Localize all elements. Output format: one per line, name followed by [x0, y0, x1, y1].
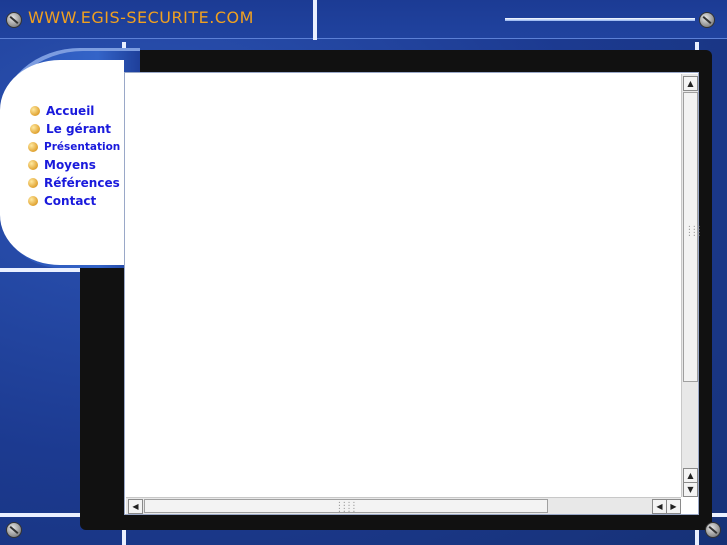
nav-item-moyens[interactable]: Moyens — [28, 156, 120, 174]
horizontal-scrollbar[interactable]: ◀ :::::::: ◀ ▶ — [126, 497, 681, 514]
bullet-icon — [28, 142, 38, 152]
scroll-down-icon[interactable]: ▼ — [683, 482, 698, 497]
bullet-icon — [28, 196, 38, 206]
decorative-line — [505, 18, 695, 21]
scroll-right-icon[interactable]: ▶ — [666, 499, 681, 514]
site-title[interactable]: WWW.EGIS-SECURITE.COM — [28, 8, 254, 27]
bullet-icon — [30, 124, 40, 134]
vertical-scrollbar[interactable]: ▲ :::::: ▲ ▼ — [681, 74, 702, 497]
bullet-icon — [30, 106, 40, 116]
bullet-icon — [28, 178, 38, 188]
nav-item-accueil[interactable]: Accueil — [30, 102, 120, 120]
screw-icon — [705, 522, 721, 538]
screw-icon — [6, 12, 22, 28]
nav-item-contact[interactable]: Contact — [28, 192, 120, 210]
nav-item-label: Le gérant — [46, 122, 111, 136]
nav-item-label: Moyens — [44, 158, 96, 172]
nav-item-label: Références — [44, 176, 120, 190]
horizontal-scroll-thumb[interactable]: :::::::: — [144, 499, 548, 514]
scroll-up-icon[interactable]: ▲ — [683, 468, 698, 483]
vertical-scroll-thumb[interactable]: :::::: — [683, 92, 702, 382]
grip-icon: :::::: — [687, 223, 702, 238]
scroll-left-icon[interactable]: ◀ — [652, 499, 667, 514]
nav-item-le-gerant[interactable]: Le gérant — [30, 120, 120, 138]
grip-icon: :::::::: — [337, 499, 357, 514]
nav-item-references[interactable]: Références — [28, 174, 120, 192]
nav-item-label: Accueil — [46, 104, 95, 118]
nav-item-presentation[interactable]: Présentation — [28, 138, 120, 156]
decorative-line — [313, 0, 317, 40]
content-area[interactable] — [124, 72, 699, 515]
scroll-left-icon[interactable]: ◀ — [128, 499, 143, 514]
screw-icon — [699, 12, 715, 28]
nav-item-label: Contact — [44, 194, 97, 208]
main-navigation: Accueil Le gérant Présentation Moyens Ré… — [28, 102, 120, 210]
screw-icon — [6, 522, 22, 538]
top-banner: WWW.EGIS-SECURITE.COM — [0, 0, 727, 39]
nav-item-label: Présentation — [44, 141, 121, 153]
bullet-icon — [28, 160, 38, 170]
scroll-up-icon[interactable]: ▲ — [683, 76, 698, 91]
